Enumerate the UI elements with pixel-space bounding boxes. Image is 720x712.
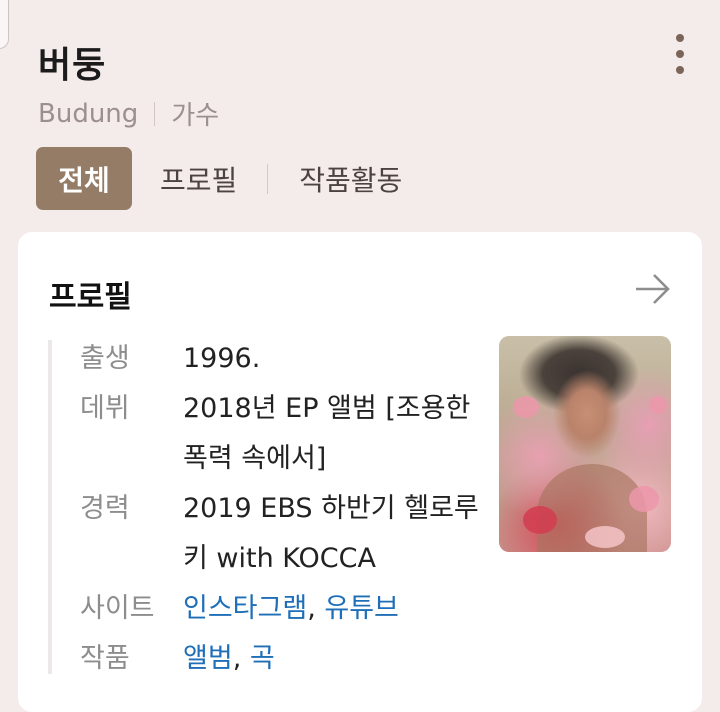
- photo-flower: [523, 506, 557, 534]
- site-separator: ,: [307, 593, 325, 624]
- arrow-right-icon[interactable]: [634, 272, 672, 306]
- menu-dot: [676, 66, 684, 74]
- career-label: 경력: [80, 493, 130, 524]
- page-title: 버둥: [38, 45, 107, 86]
- youtube-link[interactable]: 유튜브: [324, 593, 399, 624]
- window-edge-fragment: [0, 0, 9, 49]
- works-separator: ,: [232, 643, 250, 674]
- more-menu-icon[interactable]: [664, 32, 696, 76]
- works-label: 작품: [80, 643, 130, 674]
- info-row-birth: 출생 1996.: [80, 334, 500, 384]
- artist-english-name: Budung: [38, 98, 139, 129]
- tab-all[interactable]: 전체: [36, 147, 132, 210]
- profile-card: 프로필 출생 1996. 데뷔 2018년 EP 앨범 [조용한 폭력 속에서]…: [18, 232, 702, 712]
- info-row-works: 작품 앨범, 곡: [80, 634, 500, 684]
- profile-info-list: 출생 1996. 데뷔 2018년 EP 앨범 [조용한 폭력 속에서] 경력 …: [80, 334, 500, 684]
- menu-dot: [676, 50, 684, 58]
- works-value: 앨범, 곡: [183, 634, 483, 684]
- profile-section-title[interactable]: 프로필: [49, 272, 132, 316]
- career-value: 2019 EBS 하반기 헬로루키 with KOCCA: [183, 493, 479, 574]
- photo-flower: [513, 396, 539, 418]
- album-link[interactable]: 앨범: [183, 643, 233, 674]
- tab-profile[interactable]: 프로필: [160, 159, 237, 199]
- birth-value: 1996.: [183, 343, 261, 374]
- instagram-link[interactable]: 인스타그램: [183, 593, 307, 624]
- tab-divider: [267, 163, 269, 194]
- birth-label: 출생: [80, 343, 130, 374]
- tab-works[interactable]: 작품활동: [299, 159, 402, 199]
- subtitle-divider: [154, 101, 156, 126]
- info-row-career: 경력 2019 EBS 하반기 헬로루키 with KOCCA: [80, 484, 500, 584]
- debut-value: 2018년 EP 앨범 [조용한 폭력 속에서]: [183, 393, 471, 474]
- site-value: 인스타그램, 유튜브: [183, 584, 483, 634]
- tab-bar: 전체 프로필 작품활동: [36, 147, 402, 210]
- subtitle: Budung 가수: [38, 95, 219, 132]
- photo-flower: [585, 526, 625, 548]
- photo-flower: [649, 396, 667, 414]
- info-row-debut: 데뷔 2018년 EP 앨범 [조용한 폭력 속에서]: [80, 384, 500, 484]
- artist-photo[interactable]: [499, 336, 671, 552]
- artist-role: 가수: [171, 101, 220, 131]
- debut-label: 데뷔: [80, 393, 130, 424]
- menu-dot: [676, 34, 684, 42]
- site-label: 사이트: [80, 593, 155, 624]
- info-left-rule: [48, 340, 52, 674]
- info-row-site: 사이트 인스타그램, 유튜브: [80, 584, 500, 634]
- song-link[interactable]: 곡: [250, 643, 275, 674]
- photo-flower: [629, 486, 659, 512]
